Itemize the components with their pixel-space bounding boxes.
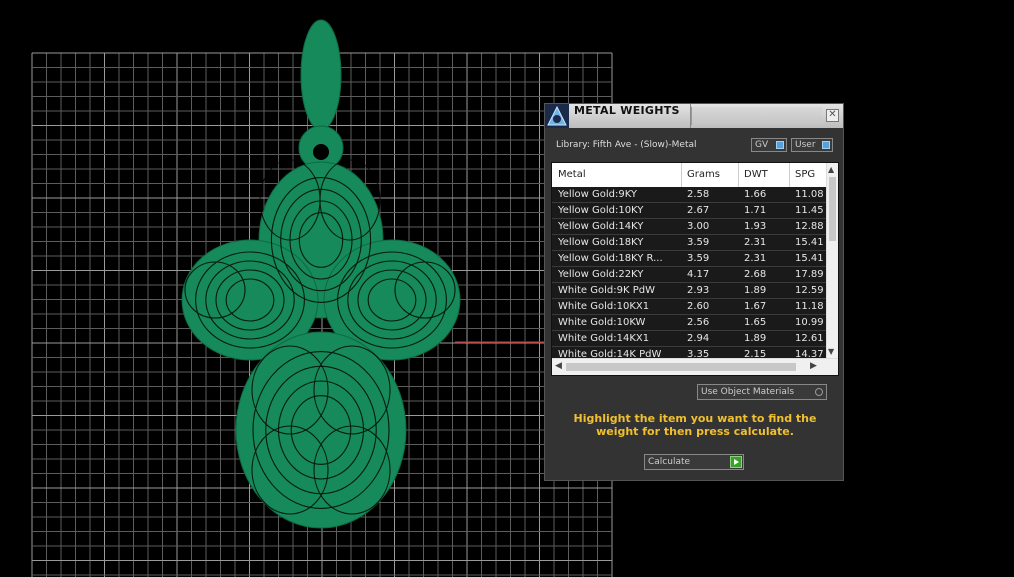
- cell-grams: 4.17: [687, 269, 710, 280]
- library-label: Library: Fifth Ave - (Slow)-Metal: [556, 140, 697, 150]
- cell-dwt: 2.31: [744, 253, 767, 264]
- cell-spg: 15.41: [795, 253, 824, 264]
- cell-spg: 11.45: [795, 205, 824, 216]
- gv-toggle-label: GV: [755, 140, 769, 150]
- cell-dwt: 1.65: [744, 317, 767, 328]
- cell-grams: 2.67: [687, 205, 710, 216]
- table-row[interactable]: Yellow Gold:14KY 3.00 1.93 12.88: [552, 219, 829, 235]
- cell-grams: 2.56: [687, 317, 710, 328]
- user-toggle-label: User: [795, 140, 816, 150]
- gv-toggle[interactable]: GV: [751, 138, 787, 152]
- table-body: Yellow Gold:9KY 2.58 1.66 11.08 Yellow Gold:…: [552, 187, 829, 359]
- table-row[interactable]: White Gold:10KX1 2.60 1.67 11.18: [552, 299, 829, 315]
- metals-table[interactable]: Metal Grams DWT SPG Yellow Gold:9KY 2.58 1…: [551, 162, 839, 376]
- scroll-thumb[interactable]: [829, 177, 836, 241]
- vertical-scrollbar[interactable]: ▲ ▼: [826, 163, 838, 359]
- calculate-label: Calculate: [648, 457, 691, 467]
- table-row[interactable]: Yellow Gold:18KY R... 3.59 2.31 15.41: [552, 251, 829, 267]
- play-icon[interactable]: [730, 456, 742, 468]
- cell-grams: 2.58: [687, 189, 710, 200]
- calculate-button[interactable]: Calculate: [644, 454, 744, 470]
- app-logo-icon: [545, 104, 569, 128]
- table-row[interactable]: Yellow Gold:22KY 4.17 2.68 17.89: [552, 267, 829, 283]
- horizontal-scrollbar[interactable]: ◀ ▶: [552, 358, 838, 375]
- cell-metal: Yellow Gold:14KY: [558, 221, 644, 232]
- radio-icon[interactable]: [815, 388, 823, 396]
- column-header-metal[interactable]: Metal: [558, 169, 586, 180]
- cell-spg: 11.18: [795, 301, 824, 312]
- cell-dwt: 2.31: [744, 237, 767, 248]
- user-toggle[interactable]: User: [791, 138, 833, 152]
- cell-dwt: 1.93: [744, 221, 767, 232]
- cell-dwt: 1.89: [744, 333, 767, 344]
- cell-metal: Yellow Gold:9KY: [558, 189, 637, 200]
- cell-grams: 2.94: [687, 333, 710, 344]
- cell-dwt: 1.89: [744, 285, 767, 296]
- column-header-grams[interactable]: Grams: [687, 169, 720, 180]
- cell-spg: 12.59: [795, 285, 824, 296]
- cell-grams: 2.93: [687, 285, 710, 296]
- cell-grams: 3.00: [687, 221, 710, 232]
- instruction-text: Highlight the item you want to find the …: [573, 412, 817, 438]
- cell-dwt: 1.71: [744, 205, 767, 216]
- column-header-spg[interactable]: SPG: [795, 169, 815, 180]
- cell-metal: White Gold:10KX1: [558, 301, 650, 312]
- cell-grams: 3.59: [687, 253, 710, 264]
- use-object-materials-option[interactable]: Use Object Materials: [697, 384, 827, 400]
- cell-metal: Yellow Gold:18KY R...: [558, 253, 663, 264]
- cell-metal: Yellow Gold:10KY: [558, 205, 644, 216]
- scroll-down-icon[interactable]: ▼: [828, 347, 834, 356]
- cell-spg: 17.89: [795, 269, 824, 280]
- table-row[interactable]: Yellow Gold:10KY 2.67 1.71 11.45: [552, 203, 829, 219]
- cell-metal: Yellow Gold:22KY: [558, 269, 644, 280]
- use-object-materials-label: Use Object Materials: [701, 387, 795, 397]
- scroll-thumb[interactable]: [566, 363, 796, 371]
- cell-grams: 2.60: [687, 301, 710, 312]
- cell-dwt: 1.66: [744, 189, 767, 200]
- table-row[interactable]: Yellow Gold:18KY 3.59 2.31 15.41: [552, 235, 829, 251]
- cell-metal: White Gold:14KX1: [558, 333, 650, 344]
- table-row[interactable]: White Gold:9K PdW 2.93 1.89 12.59: [552, 283, 829, 299]
- scroll-right-icon[interactable]: ▶: [810, 361, 817, 371]
- toggle-knob-icon: [776, 141, 784, 149]
- 3d-viewport[interactable]: [0, 0, 1014, 577]
- cell-metal: Yellow Gold:18KY: [558, 237, 644, 248]
- table-header: Metal Grams DWT SPG: [552, 163, 829, 187]
- column-header-dwt[interactable]: DWT: [744, 169, 768, 180]
- cell-grams: 3.59: [687, 237, 710, 248]
- scroll-left-icon[interactable]: ◀: [555, 361, 562, 371]
- titlebar-extension: [691, 107, 822, 125]
- cell-spg: 11.08: [795, 189, 824, 200]
- panel-titlebar[interactable]: METAL WEIGHTS ✕: [545, 104, 843, 128]
- cell-spg: 10.99: [795, 317, 824, 328]
- cell-spg: 15.41: [795, 237, 824, 248]
- cell-dwt: 1.67: [744, 301, 767, 312]
- table-row[interactable]: White Gold:14KX1 2.94 1.89 12.61: [552, 331, 829, 347]
- viewport-canvas[interactable]: [0, 0, 1014, 577]
- close-icon[interactable]: ✕: [826, 109, 839, 122]
- cell-dwt: 2.68: [744, 269, 767, 280]
- cell-spg: 12.88: [795, 221, 824, 232]
- panel-title: METAL WEIGHTS: [574, 104, 680, 117]
- table-row[interactable]: White Gold:10KW 2.56 1.65 10.99: [552, 315, 829, 331]
- cell-metal: White Gold:9K PdW: [558, 285, 655, 296]
- scroll-up-icon[interactable]: ▲: [828, 165, 834, 174]
- toggle-knob-icon: [822, 141, 830, 149]
- table-row[interactable]: Yellow Gold:9KY 2.58 1.66 11.08: [552, 187, 829, 203]
- cell-metal: White Gold:10KW: [558, 317, 646, 328]
- metal-weights-panel: METAL WEIGHTS ✕ Library: Fifth Ave - (Sl…: [544, 103, 844, 481]
- cell-spg: 12.61: [795, 333, 824, 344]
